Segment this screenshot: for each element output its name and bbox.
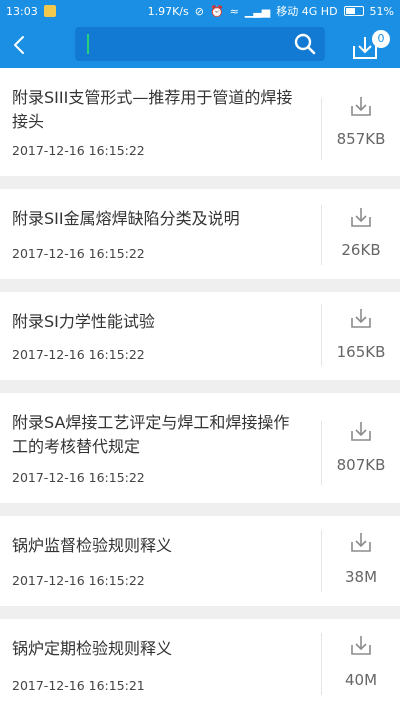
battery-icon <box>343 6 364 16</box>
file-timestamp: 2017-12-16 16:15:22 <box>12 246 145 261</box>
file-size: 165KB <box>336 343 386 361</box>
notification-app-icon <box>43 5 56 17</box>
chevron-left-icon <box>14 36 24 54</box>
network-speed: 1.97K/s <box>147 4 189 18</box>
download-icon[interactable] <box>349 419 373 443</box>
battery-level: 51% <box>369 4 394 18</box>
file-size: 38M <box>344 568 378 586</box>
downloads-button[interactable]: 0 <box>348 28 390 64</box>
wifi-icon: ≈ <box>229 4 239 18</box>
list-item[interactable]: 锅炉定期检验规则释义 2017-12-16 16:15:21 40M <box>0 619 400 711</box>
file-title: 锅炉监督检验规则释义 <box>12 536 173 555</box>
file-size: 807KB <box>336 456 386 474</box>
file-title: 附录SII金属熔焊缺陷分类及说明 <box>12 209 240 228</box>
alarm-icon: ⏰ <box>209 4 224 18</box>
file-size: 857KB <box>336 130 386 148</box>
file-size: 40M <box>344 671 378 689</box>
list-item[interactable]: 附录SIII支管形式—推荐用于管道的焊接接头 2017-12-16 16:15:… <box>0 68 400 176</box>
download-icon[interactable] <box>349 205 373 229</box>
file-size: 26KB <box>341 241 381 259</box>
file-title: 附录SIII支管形式—推荐用于管道的焊接接头 <box>12 88 293 131</box>
file-timestamp: 2017-12-16 16:15:21 <box>12 678 145 693</box>
list-item[interactable]: 附录SA焊接工艺评定与焊工和焊接操作工的考核替代规定 2017-12-16 16… <box>0 393 400 503</box>
app-toolbar: 0 <box>0 22 400 68</box>
status-right: 1.97K/s ⊘ ⏰ ≈ ▁▃▅ 移动 4G HD 51% <box>148 3 394 19</box>
download-icon[interactable] <box>349 306 373 330</box>
download-count-badge: 0 <box>372 30 390 48</box>
status-bar: 13:03 1.97K/s ⊘ ⏰ ≈ ▁▃▅ 移动 4G HD 51% <box>0 0 400 22</box>
file-title: 附录SI力学性能试验 <box>12 312 155 331</box>
back-button[interactable] <box>2 22 36 68</box>
file-title: 附录SA焊接工艺评定与焊工和焊接操作工的考核替代规定 <box>12 413 290 456</box>
status-time: 13:03 <box>6 4 38 18</box>
download-icon[interactable] <box>349 530 373 554</box>
file-list: 附录SIII支管形式—推荐用于管道的焊接接头 2017-12-16 16:15:… <box>0 68 400 711</box>
file-timestamp: 2017-12-16 16:15:22 <box>12 470 145 485</box>
list-item[interactable]: 锅炉监督检验规则释义 2017-12-16 16:15:22 38M <box>0 516 400 606</box>
search-icon[interactable] <box>289 27 321 61</box>
list-item[interactable]: 附录SI力学性能试验 2017-12-16 16:15:22 165KB <box>0 292 400 380</box>
search-input[interactable] <box>89 27 289 61</box>
download-icon[interactable] <box>349 94 373 118</box>
signal-icon: ▁▃▅ <box>244 4 271 18</box>
search-bar[interactable] <box>75 27 325 61</box>
list-item[interactable]: 附录SII金属熔焊缺陷分类及说明 2017-12-16 16:15:22 26K… <box>0 189 400 279</box>
file-timestamp: 2017-12-16 16:15:22 <box>12 573 145 588</box>
file-timestamp: 2017-12-16 16:15:22 <box>12 347 145 362</box>
file-timestamp: 2017-12-16 16:15:22 <box>12 143 145 158</box>
mute-icon: ⊘ <box>194 4 204 18</box>
carrier-label: 移动 4G HD <box>276 5 338 18</box>
file-title: 锅炉定期检验规则释义 <box>12 639 173 658</box>
download-icon[interactable] <box>349 633 373 657</box>
